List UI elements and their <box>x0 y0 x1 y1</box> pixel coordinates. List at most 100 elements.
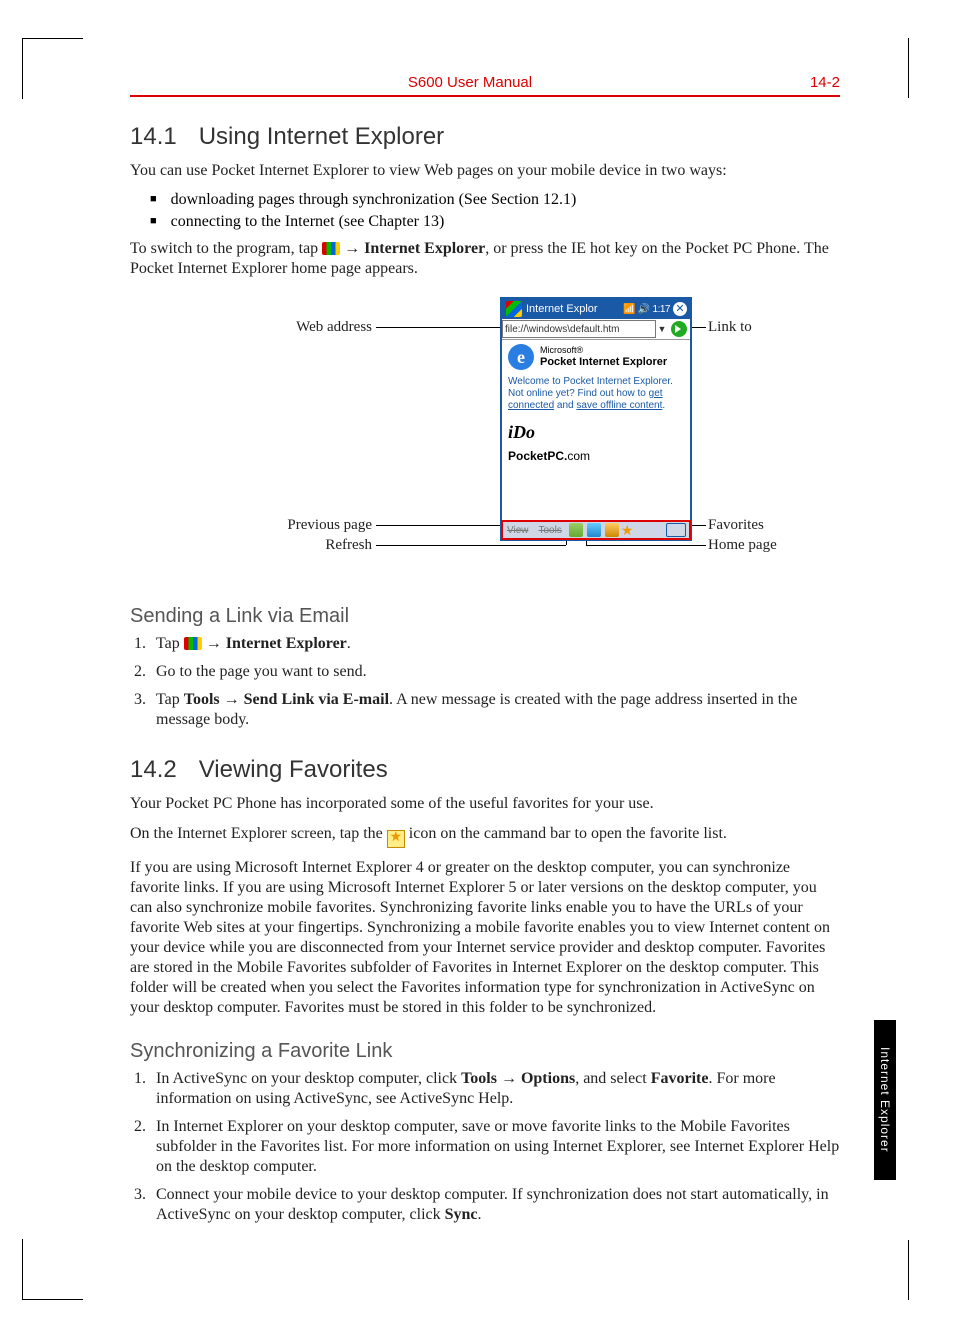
home-icon[interactable] <box>605 523 619 537</box>
view-menu[interactable]: View <box>502 525 534 536</box>
bold-text: Internet Explorer <box>226 635 347 652</box>
step: Tap → Internet Explorer. <box>150 634 840 654</box>
steps-sync: In ActiveSync on your desktop computer, … <box>130 1069 840 1225</box>
start-flag-icon <box>184 637 202 650</box>
running-header: S600 User Manual 14-2 <box>130 74 840 97</box>
figure-pocket-ie: Web address Previous page Refresh Link t… <box>130 293 840 583</box>
crop-mark <box>22 38 83 99</box>
callout-line <box>376 525 500 526</box>
text: . <box>478 1206 482 1223</box>
bold-text: Favorite <box>651 1070 709 1087</box>
bold-text: Internet Explorer <box>364 240 485 257</box>
device-screenshot: Internet Explor 📶 🔊 1:17 ✕ ▼ e Microsoft… <box>500 297 692 541</box>
step: In Internet Explorer on your desktop com… <box>150 1117 840 1177</box>
favorites-star-icon: ★ <box>387 830 405 848</box>
text: To switch to the program, tap <box>130 240 322 257</box>
bold-text: Tools <box>461 1070 497 1087</box>
section-14-2-heading: 14.2 Viewing Favorites <box>130 756 840 784</box>
bullet-item: downloading pages through synchronizatio… <box>150 191 840 209</box>
step: Connect your mobile device to your deskt… <box>150 1185 840 1225</box>
favorites-star-icon[interactable]: ★ <box>621 523 635 537</box>
back-icon[interactable] <box>569 523 583 537</box>
start-flag-icon <box>322 242 340 255</box>
arrow: → <box>220 691 244 708</box>
command-bar: View Tools ★ <box>502 520 690 539</box>
callout-favorites: Favorites <box>708 517 764 534</box>
dropdown-icon[interactable]: ▼ <box>656 324 668 334</box>
ie-logo-icon: e <box>508 344 534 370</box>
step: Go to the page you want to send. <box>150 662 840 682</box>
address-input[interactable] <box>502 320 656 338</box>
text: , and select <box>575 1070 651 1087</box>
callout-link-to: Link to <box>708 319 752 336</box>
close-icon[interactable]: ✕ <box>673 302 687 316</box>
crop-mark <box>22 1239 83 1300</box>
text: Connect your mobile device to your deskt… <box>156 1186 829 1223</box>
text: . <box>662 400 665 411</box>
text: PocketPC. <box>508 449 567 463</box>
bold-text: Options <box>521 1070 575 1087</box>
switch-paragraph: To switch to the program, tap → Internet… <box>130 239 840 279</box>
text: Microsoft® <box>540 345 583 355</box>
section-number: 14.1 <box>130 123 177 150</box>
clock-text: 1:17 <box>653 304 670 315</box>
callout-previous-page: Previous page <box>262 517 372 534</box>
step: In ActiveSync on your desktop computer, … <box>150 1069 840 1109</box>
address-bar: ▼ <box>502 319 690 340</box>
bullet-list: downloading pages through synchronizatio… <box>130 191 840 231</box>
text: icon on the cammand bar to open the favo… <box>405 825 727 842</box>
text: In ActiveSync on your desktop computer, … <box>156 1070 461 1087</box>
section-title: Viewing Favorites <box>199 756 388 783</box>
paragraph: On the Internet Explorer screen, tap the… <box>130 824 840 848</box>
device-titlebar: Internet Explor 📶 🔊 1:17 ✕ <box>502 299 690 319</box>
paragraph: If you are using Microsoft Internet Expl… <box>130 858 840 1018</box>
arrow: → <box>202 635 226 652</box>
go-button[interactable] <box>671 321 687 337</box>
keyboard-icon[interactable] <box>666 523 686 537</box>
steps-send-link: Tap → Internet Explorer. Go to the page … <box>130 634 840 730</box>
device-body: e Microsoft® Pocket Internet Explorer We… <box>502 340 690 467</box>
subheading-send-link: Sending a Link via Email <box>130 605 840 628</box>
chapter-tab: Internet Explorer <box>874 1020 896 1180</box>
text: Welcome to Pocket Internet Explorer. <box>508 376 673 387</box>
windows-flag-icon <box>506 301 522 317</box>
text: Tap <box>156 635 184 652</box>
step: Tap Tools → Send Link via E-mail. A new … <box>150 690 840 730</box>
section-14-1-heading: 14.1 Using Internet Explorer <box>130 123 840 151</box>
section-number: 14.2 <box>130 756 177 783</box>
intro-paragraph: You can use Pocket Internet Explorer to … <box>130 161 840 181</box>
callout-line <box>586 545 706 546</box>
callout-line <box>376 545 566 546</box>
welcome-text: Welcome to Pocket Internet Explorer. Not… <box>508 376 684 412</box>
app-title: Internet Explor <box>526 303 623 315</box>
refresh-icon[interactable] <box>587 523 601 537</box>
crop-mark <box>908 1240 910 1300</box>
section-title: Using Internet Explorer <box>199 123 444 150</box>
bold-text: Tools <box>184 691 220 708</box>
text: Tap <box>156 691 184 708</box>
page-number: 14-2 <box>810 74 840 91</box>
callout-home-page: Home page <box>708 537 777 554</box>
bullet-item: connecting to the Internet (see Chapter … <box>150 213 840 231</box>
callout-web-address: Web address <box>282 319 372 336</box>
subheading-sync-fav: Synchronizing a Favorite Link <box>130 1040 840 1063</box>
manual-page: Internet Explorer S600 User Manual 14-2 … <box>0 0 962 1328</box>
text: . <box>347 635 351 652</box>
arrow: → <box>340 240 364 257</box>
crop-mark <box>908 38 910 98</box>
tools-menu[interactable]: Tools <box>534 525 567 536</box>
text: com <box>567 449 590 463</box>
ido-logo: iDo <box>508 422 684 443</box>
paragraph: Your Pocket PC Phone has incorporated so… <box>130 794 840 814</box>
text: Not online yet? Find out how to <box>508 388 649 399</box>
doc-title: S600 User Manual <box>408 74 532 91</box>
link-text[interactable]: save offline content <box>576 400 662 411</box>
signal-icon: 📶 🔊 <box>623 304 649 315</box>
page-content: S600 User Manual 14-2 14.1 Using Internet… <box>130 74 840 1233</box>
arrow: → <box>497 1070 521 1087</box>
brand-text: Microsoft® Pocket Internet Explorer <box>540 346 667 368</box>
bold-text: Sync <box>445 1206 478 1223</box>
bold-text: Send Link via E-mail <box>244 691 389 708</box>
text: On the Internet Explorer screen, tap the <box>130 825 387 842</box>
text: and <box>554 400 576 411</box>
